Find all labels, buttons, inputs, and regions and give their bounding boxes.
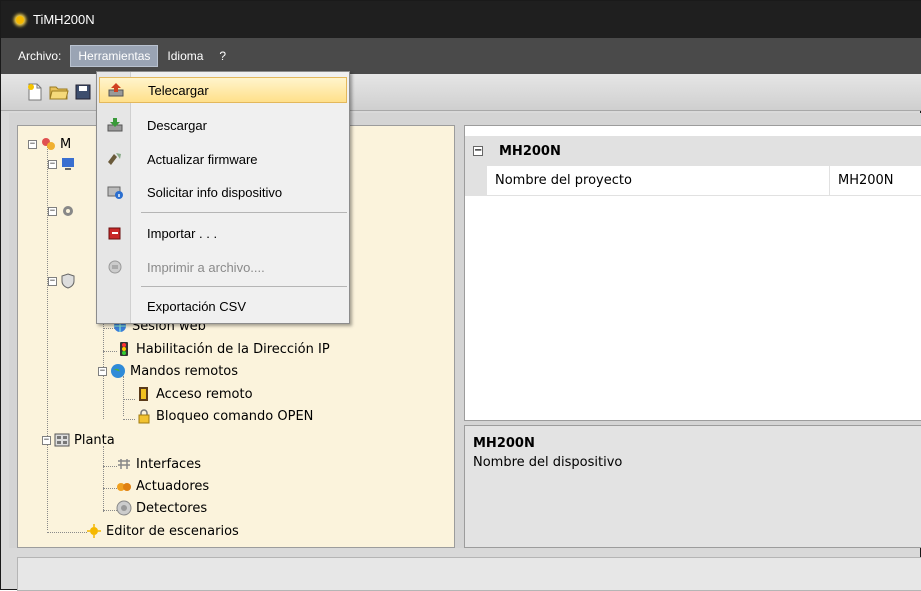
- interfaces-icon: [116, 456, 132, 472]
- app-window: TiMH200N Archivo: Herramientas Idioma ?: [0, 0, 921, 591]
- computer-icon: [60, 156, 76, 172]
- plant-icon: [54, 432, 70, 448]
- firmware-icon: [99, 150, 131, 168]
- description-title: MH200N: [473, 436, 535, 451]
- upload-icon: [100, 81, 132, 99]
- collapse-icon[interactable]: −: [42, 435, 51, 445]
- menu-idioma[interactable]: Idioma: [160, 46, 210, 66]
- tree-item-habilitacion-ip[interactable]: Habilitación de la Dirección IP: [116, 339, 330, 359]
- menu-item-exportacion-csv[interactable]: Exportación CSV: [99, 293, 347, 319]
- shield-icon: [60, 273, 76, 289]
- tree-node-partial-3: −: [48, 271, 76, 291]
- tree-item-planta[interactable]: − Planta: [42, 430, 115, 450]
- tree-node-partial-2: −: [48, 201, 76, 221]
- window-title: TiMH200N: [33, 12, 95, 27]
- door-icon: [136, 386, 152, 402]
- app-logo-icon: [13, 13, 27, 27]
- tree-root[interactable]: − M: [28, 134, 71, 154]
- download-icon: [99, 116, 131, 134]
- tree-item-label: Acceso remoto: [156, 386, 253, 402]
- tree-item-actuadores[interactable]: Actuadores: [116, 476, 209, 496]
- menu-item-actualizar-firmware[interactable]: Actualizar firmware: [99, 146, 347, 172]
- tree-item-acceso-remoto[interactable]: Acceso remoto: [136, 384, 253, 404]
- open-folder-icon[interactable]: [49, 82, 69, 102]
- description-panel: MH200N Nombre del dispositivo: [464, 425, 921, 548]
- property-name: Nombre del proyecto: [487, 165, 830, 196]
- collapse-icon[interactable]: −: [28, 139, 37, 149]
- status-bar: [17, 557, 921, 591]
- collapse-icon[interactable]: −: [48, 159, 57, 169]
- print-icon: [99, 258, 131, 276]
- property-grid: − MH200N Nombre del proyecto MH200N: [464, 125, 921, 421]
- menu-help[interactable]: ?: [212, 46, 233, 66]
- lock-icon: [136, 408, 152, 424]
- gear-icon: [60, 203, 76, 219]
- traffic-light-icon: [116, 341, 132, 357]
- device-info-icon: [99, 183, 131, 201]
- collapse-icon[interactable]: −: [473, 146, 483, 156]
- tree-item-detectores[interactable]: Detectores: [116, 498, 207, 518]
- project-icon: [40, 136, 56, 152]
- new-file-icon[interactable]: [25, 82, 45, 102]
- property-value[interactable]: MH200N: [830, 173, 894, 188]
- menu-item-label: Imprimir a archivo....: [147, 259, 265, 275]
- globe-icon: [110, 363, 126, 379]
- tree-item-label: Interfaces: [136, 456, 201, 472]
- herramientas-dropdown: Telecargar Descargar Actualizar firmware…: [96, 71, 350, 324]
- tree-item-label: Editor de escenarios: [106, 523, 239, 539]
- tree-item-bloqueo-open[interactable]: Bloqueo comando OPEN: [136, 406, 313, 426]
- menu-herramientas[interactable]: Herramientas: [70, 45, 159, 67]
- collapse-icon[interactable]: −: [98, 366, 107, 376]
- scenario-icon: [86, 523, 102, 539]
- menu-separator: [141, 212, 347, 213]
- tree-item-label: Planta: [74, 432, 115, 448]
- menu-item-descargar[interactable]: Descargar: [99, 112, 347, 138]
- menu-bar: Archivo: Herramientas Idioma ?: [1, 38, 921, 74]
- menu-item-label: Descargar: [147, 117, 207, 133]
- detector-icon: [116, 500, 132, 516]
- menu-item-solicitar-info[interactable]: Solicitar info dispositivo: [99, 179, 347, 205]
- tree-item-label: Mandos remotos: [130, 363, 239, 379]
- description-text: Nombre del dispositivo: [473, 455, 623, 470]
- property-section-title: MH200N: [499, 143, 561, 159]
- tree-item-mandos-remotos[interactable]: − Mandos remotos: [98, 361, 238, 381]
- import-icon: [99, 224, 131, 242]
- property-gutter: [465, 165, 487, 196]
- collapse-icon[interactable]: −: [48, 206, 57, 216]
- tree-item-label: Detectores: [136, 500, 208, 516]
- tree-item-label: Actuadores: [136, 478, 210, 494]
- property-section-header[interactable]: − MH200N: [465, 136, 921, 166]
- tree-item-label: Bloqueo comando OPEN: [156, 408, 314, 424]
- menu-item-telecargar[interactable]: Telecargar: [99, 77, 347, 103]
- menu-archivo[interactable]: Archivo:: [11, 46, 68, 66]
- tree-item-label: Habilitación de la Dirección IP: [136, 341, 330, 357]
- property-row[interactable]: Nombre del proyecto MH200N: [465, 165, 921, 196]
- menu-item-imprimir-archivo[interactable]: Imprimir a archivo....: [99, 254, 347, 280]
- tree-node-partial-1: −: [48, 154, 76, 174]
- menu-item-label: Actualizar firmware: [147, 151, 258, 167]
- tree-item-editor-escenarios[interactable]: Editor de escenarios: [86, 521, 239, 541]
- menu-item-importar[interactable]: Importar . . .: [99, 220, 347, 246]
- tree-item-interfaces[interactable]: Interfaces: [116, 454, 201, 474]
- save-icon[interactable]: [73, 82, 93, 102]
- title-bar: TiMH200N: [1, 1, 921, 38]
- menu-item-label: Exportación CSV: [147, 298, 246, 314]
- menu-item-label: Solicitar info dispositivo: [147, 184, 283, 200]
- actuator-icon: [116, 478, 132, 494]
- menu-separator: [141, 286, 347, 287]
- menu-item-label: Telecargar: [148, 82, 209, 98]
- collapse-icon[interactable]: −: [48, 276, 57, 286]
- tree-root-label: M: [60, 136, 72, 152]
- menu-item-label: Importar . . .: [147, 225, 218, 241]
